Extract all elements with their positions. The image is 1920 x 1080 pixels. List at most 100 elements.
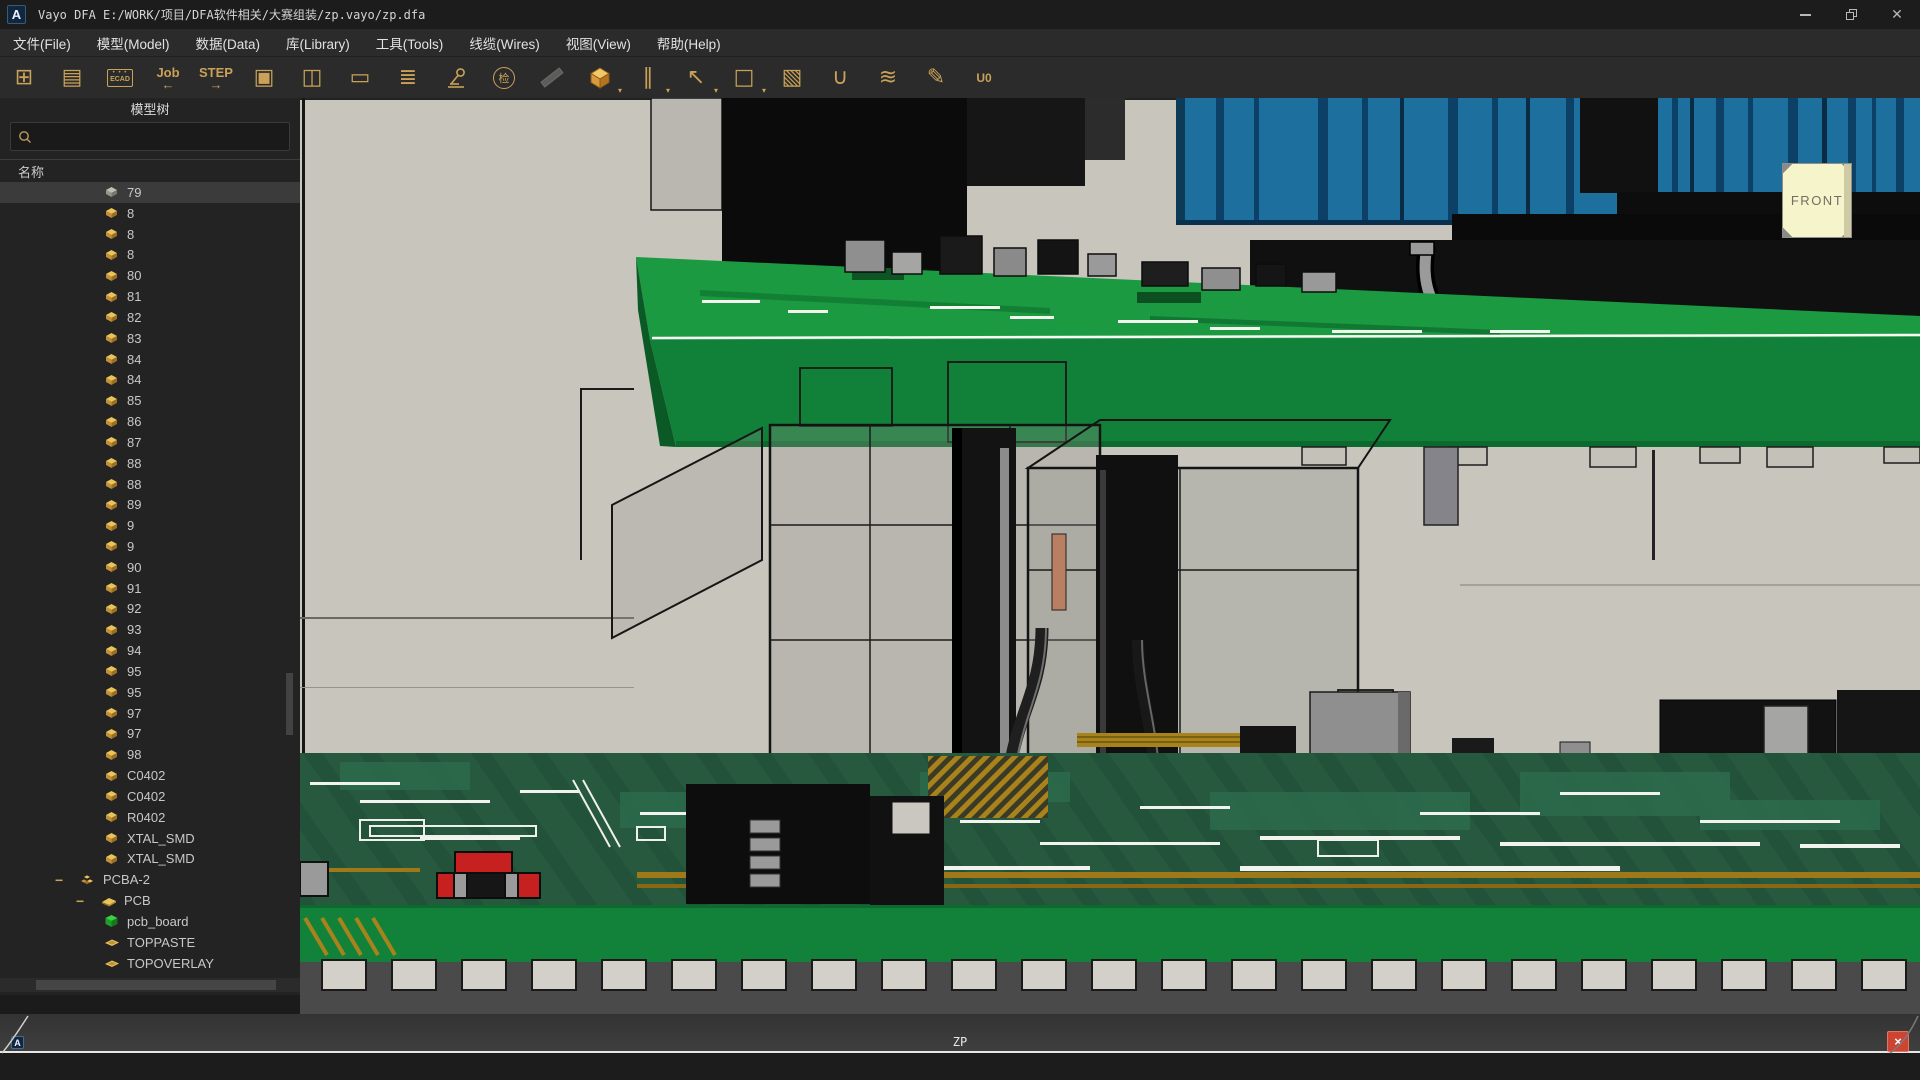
stitch-pin-icon[interactable]: ∪ xyxy=(816,57,864,98)
brush-icon[interactable]: ✎ xyxy=(912,57,960,98)
view-3d-solid-icon[interactable]: ▾ xyxy=(576,57,624,98)
menu-item-6[interactable]: 视图(View) xyxy=(553,29,644,57)
tree-row[interactable]: − xyxy=(0,203,300,224)
tree-row[interactable]: − xyxy=(0,224,300,245)
tree-search-box[interactable] xyxy=(10,122,290,151)
tree-row[interactable]: − xyxy=(0,682,300,703)
tree-row[interactable]: − xyxy=(0,578,300,599)
close-button[interactable]: ✕ xyxy=(1874,0,1920,29)
export-step-icon[interactable]: STEP→ xyxy=(192,57,240,98)
restore-button[interactable] xyxy=(1828,0,1874,29)
tree-row-icon xyxy=(103,789,120,803)
tree-row[interactable]: − xyxy=(0,536,300,557)
tree-row[interactable]: − xyxy=(0,328,300,349)
bom-list-icon[interactable]: ≣ xyxy=(384,57,432,98)
save-icon[interactable]: ▣ xyxy=(240,57,288,98)
tree-row-label: 91 xyxy=(127,581,141,596)
tree-row-label: C0402 xyxy=(127,789,165,804)
tree-row-label: 8 xyxy=(127,206,134,221)
new-model-icon[interactable]: ⊞ xyxy=(0,57,48,98)
project-close-button[interactable]: × xyxy=(1887,1031,1909,1052)
tree-row-icon xyxy=(103,935,120,949)
menu-item-2[interactable]: 数据(Data) xyxy=(183,29,274,57)
tree-row[interactable]: − xyxy=(0,932,300,953)
minimize-button[interactable] xyxy=(1782,0,1828,29)
tree-row-label: XTAL_SMD xyxy=(127,851,195,866)
tree-row-label: 97 xyxy=(127,706,141,721)
tree-row[interactable]: − xyxy=(0,703,300,724)
import-ecad-icon[interactable]: • • •ECAD xyxy=(96,57,144,98)
wireframe-box-icon[interactable]: □▾ xyxy=(720,57,768,98)
tree-row[interactable]: − xyxy=(0,807,300,828)
3d-viewport[interactable]: FRONT xyxy=(300,98,1920,1014)
tree-row[interactable]: − xyxy=(0,453,300,474)
tree-row[interactable]: − xyxy=(0,744,300,765)
gray-edge-component[interactable] xyxy=(300,862,328,896)
wire-u0-icon[interactable]: U0 xyxy=(960,57,1008,98)
tree-row[interactable]: − xyxy=(0,849,300,870)
tree-row[interactable]: − xyxy=(0,494,300,515)
tree-row[interactable]: − xyxy=(0,869,300,890)
search-input[interactable] xyxy=(32,129,289,144)
black-bottom-components[interactable] xyxy=(686,784,944,914)
tree-row[interactable]: − xyxy=(0,515,300,536)
horizontal-scrollbar[interactable] xyxy=(0,978,300,992)
tree-row[interactable]: − xyxy=(0,390,300,411)
menu-item-7[interactable]: 帮助(Help) xyxy=(644,29,734,57)
tree-row[interactable]: − xyxy=(0,411,300,432)
tree-row[interactable]: − xyxy=(0,765,300,786)
measure-ruler-icon[interactable] xyxy=(528,57,576,98)
vertical-scrollbar[interactable] xyxy=(286,673,293,735)
tree-row-label: 94 xyxy=(127,643,141,658)
tree-row[interactable]: − xyxy=(0,265,300,286)
menu-item-5[interactable]: 线缆(Wires) xyxy=(456,29,553,57)
menu-item-1[interactable]: 模型(Model) xyxy=(84,29,183,57)
tree-row[interactable]: − xyxy=(0,349,300,370)
board-outline-icon[interactable]: ▭ xyxy=(336,57,384,98)
tree-row[interactable]: − xyxy=(0,724,300,745)
tree-row[interactable]: − xyxy=(0,786,300,807)
menu-item-0[interactable]: 文件(File) xyxy=(0,29,84,57)
collapse-toggle-icon[interactable]: − xyxy=(55,872,79,888)
tree-row[interactable]: − xyxy=(0,599,300,620)
tree-row[interactable]: − xyxy=(0,890,300,911)
tree-row[interactable]: − xyxy=(0,432,300,453)
tree-row-label: 86 xyxy=(127,414,141,429)
tree-row-icon xyxy=(100,894,117,908)
lower-pcb-board[interactable] xyxy=(300,753,1920,905)
menu-item-3[interactable]: 库(Library) xyxy=(273,29,363,57)
aoi-microscope-icon[interactable] xyxy=(432,57,480,98)
tree-row[interactable]: − xyxy=(0,640,300,661)
import-job-icon[interactable]: Job← xyxy=(144,57,192,98)
through-hole-pins[interactable] xyxy=(318,958,1920,992)
lower-board-front-edge[interactable] xyxy=(300,905,1920,962)
tree-row[interactable]: − xyxy=(0,557,300,578)
tree-row[interactable]: − xyxy=(0,661,300,682)
status-bar: A ZP × xyxy=(0,1014,1920,1053)
tree-row[interactable]: − xyxy=(0,619,300,640)
texture-box-icon[interactable]: ▧ xyxy=(768,57,816,98)
inspect-check-icon[interactable]: 检 xyxy=(480,57,528,98)
tree-row[interactable]: − xyxy=(0,244,300,265)
tree-row[interactable]: − xyxy=(0,307,300,328)
collapse-toggle-icon[interactable]: − xyxy=(76,893,100,909)
tree-row[interactable]: − xyxy=(0,182,300,203)
window-footer xyxy=(0,1055,1920,1080)
name-column-header[interactable]: 名称 xyxy=(0,159,300,183)
edit-model-icon[interactable]: ▤ xyxy=(48,57,96,98)
tree-row[interactable]: − xyxy=(0,828,300,849)
tree-row[interactable]: − xyxy=(0,369,300,390)
component-chip-icon[interactable]: ◫ xyxy=(288,57,336,98)
tree-row[interactable]: − xyxy=(0,286,300,307)
select-cursor-icon[interactable]: ↖▾ xyxy=(672,57,720,98)
comb-connector-icon[interactable]: ≋ xyxy=(864,57,912,98)
panel-pair-icon[interactable]: ∥▾ xyxy=(624,57,672,98)
tree-row[interactable]: − xyxy=(0,474,300,495)
tree-row[interactable]: − xyxy=(0,953,300,974)
3d-scene[interactable] xyxy=(300,98,1920,1014)
view-cube-front[interactable]: FRONT xyxy=(1782,163,1852,238)
tree-row-label: 90 xyxy=(127,560,141,575)
tree-row-label: 89 xyxy=(127,497,141,512)
tree-row[interactable]: − xyxy=(0,911,300,932)
menu-item-4[interactable]: 工具(Tools) xyxy=(363,29,457,57)
